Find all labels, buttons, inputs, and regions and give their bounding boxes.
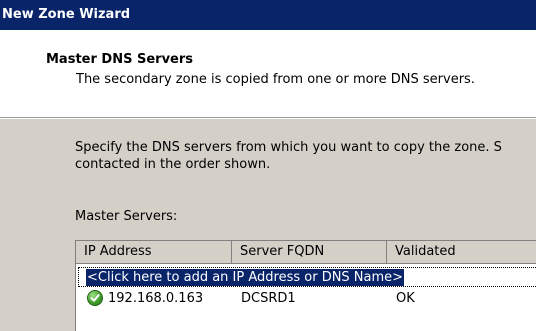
title-bar[interactable]: New Zone Wizard [0,0,536,30]
cell-server-fqdn: DCSRD1 [241,291,296,306]
column-header-row: IP Address Server FQDN Validated [76,241,536,264]
cell-validated: OK [396,291,415,306]
instructions-line-2: contacted in the order shown. [75,157,271,172]
column-header-validated[interactable]: Validated [387,241,536,263]
window-title: New Zone Wizard [2,7,131,22]
column-header-ip-address[interactable]: IP Address [76,241,232,263]
add-server-prompt[interactable]: <Click here to add an IP Address or DNS … [86,269,405,286]
cell-ip-address: 192.168.0.163 [108,291,204,306]
add-server-row[interactable]: <Click here to add an IP Address or DNS … [78,267,536,287]
check-icon [87,290,103,306]
header-divider-highlight [0,118,536,119]
page-title: Master DNS Servers [46,52,194,67]
page-subtitle: The secondary zone is copied from one or… [76,72,475,87]
wizard-header: Master DNS Servers The secondary zone is… [0,30,536,117]
master-servers-list[interactable]: IP Address Server FQDN Validated <Click … [75,240,536,331]
instructions-text: Specify the DNS servers from which you w… [75,139,502,173]
instructions-line-1: Specify the DNS servers from which you w… [75,140,502,155]
master-servers-label: Master Servers: [75,209,178,224]
column-header-server-fqdn[interactable]: Server FQDN [232,241,387,263]
table-row[interactable]: 192.168.0.163 DCSRD1 OK [76,288,536,310]
